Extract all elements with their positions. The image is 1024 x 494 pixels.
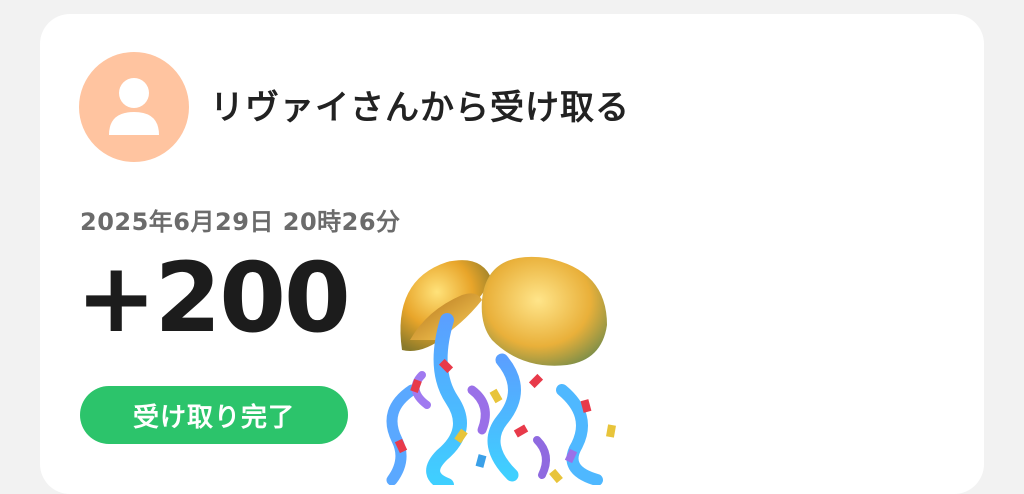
transaction-datetime: 2025年6月29日 20時26分 [80,208,401,236]
person-icon [109,78,159,135]
receipt-card: リヴァイさんから受け取る 2025年6月29日 20時26分 +200 受け取り… [40,14,984,494]
avatar [79,52,189,162]
sender-title: リヴァイさんから受け取る [210,88,630,128]
status-label: 受け取り完了 [132,402,295,433]
status-badge: 受け取り完了 [80,386,348,444]
party-ball-icon [386,256,616,485]
received-amount: +200 [76,242,351,354]
